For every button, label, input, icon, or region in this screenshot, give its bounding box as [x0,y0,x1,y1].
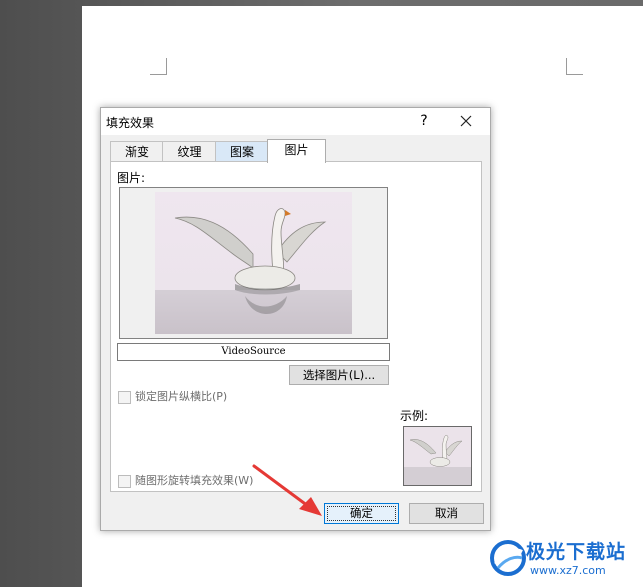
lock-aspect-checkbox-box[interactable] [118,390,131,404]
watermark: 极光下载站 www.xz7.com [486,534,643,587]
dialog-title: 填充效果 [106,116,155,130]
red-arrow-annotation [252,464,322,516]
tab-texture[interactable]: 纹理 [162,141,217,162]
crop-mark-top-left [150,58,167,75]
picture-preview-frame [119,187,388,339]
lock-aspect-label: 锁定图片纵横比(P) [135,390,228,403]
watermark-url: www.xz7.com [530,564,606,577]
picture-tab-panel: 图片: VideoSource 选择图片(L)... 锁定图片纵横比(P) 示例… [110,161,482,492]
lock-aspect-checkbox[interactable]: 锁定图片纵横比(P) [118,388,227,404]
tab-pattern[interactable]: 图案 [215,141,269,162]
swan-sample-thumbnail [404,427,471,485]
ok-button[interactable]: 确定 [324,503,399,524]
sample-label: 示例: [400,409,429,423]
picture-label: 图片: [117,171,146,185]
rotate-with-shape-checkbox[interactable]: 随图形旋转填充效果(W) [118,472,253,488]
close-button[interactable] [453,110,479,132]
rotate-with-shape-label: 随图形旋转填充效果(W) [135,474,254,487]
aurora-logo-icon [490,540,526,576]
rotate-with-shape-checkbox-box[interactable] [118,474,131,488]
sample-preview [403,426,472,486]
help-button[interactable]: ? [413,110,435,132]
watermark-title: 极光下载站 [526,541,627,563]
dialog-titlebar[interactable]: 填充效果 ? [101,108,490,135]
focus-ring [327,506,396,521]
select-picture-button[interactable]: 选择图片(L)... [289,365,389,385]
cancel-button[interactable]: 取消 [409,503,484,524]
picture-filename: VideoSource [117,343,390,361]
tab-gradient[interactable]: 渐变 [110,141,164,162]
crop-mark-top-right [566,58,583,75]
swan-picture [155,192,352,334]
close-icon [460,115,472,127]
tab-picture[interactable]: 图片 [267,139,326,163]
